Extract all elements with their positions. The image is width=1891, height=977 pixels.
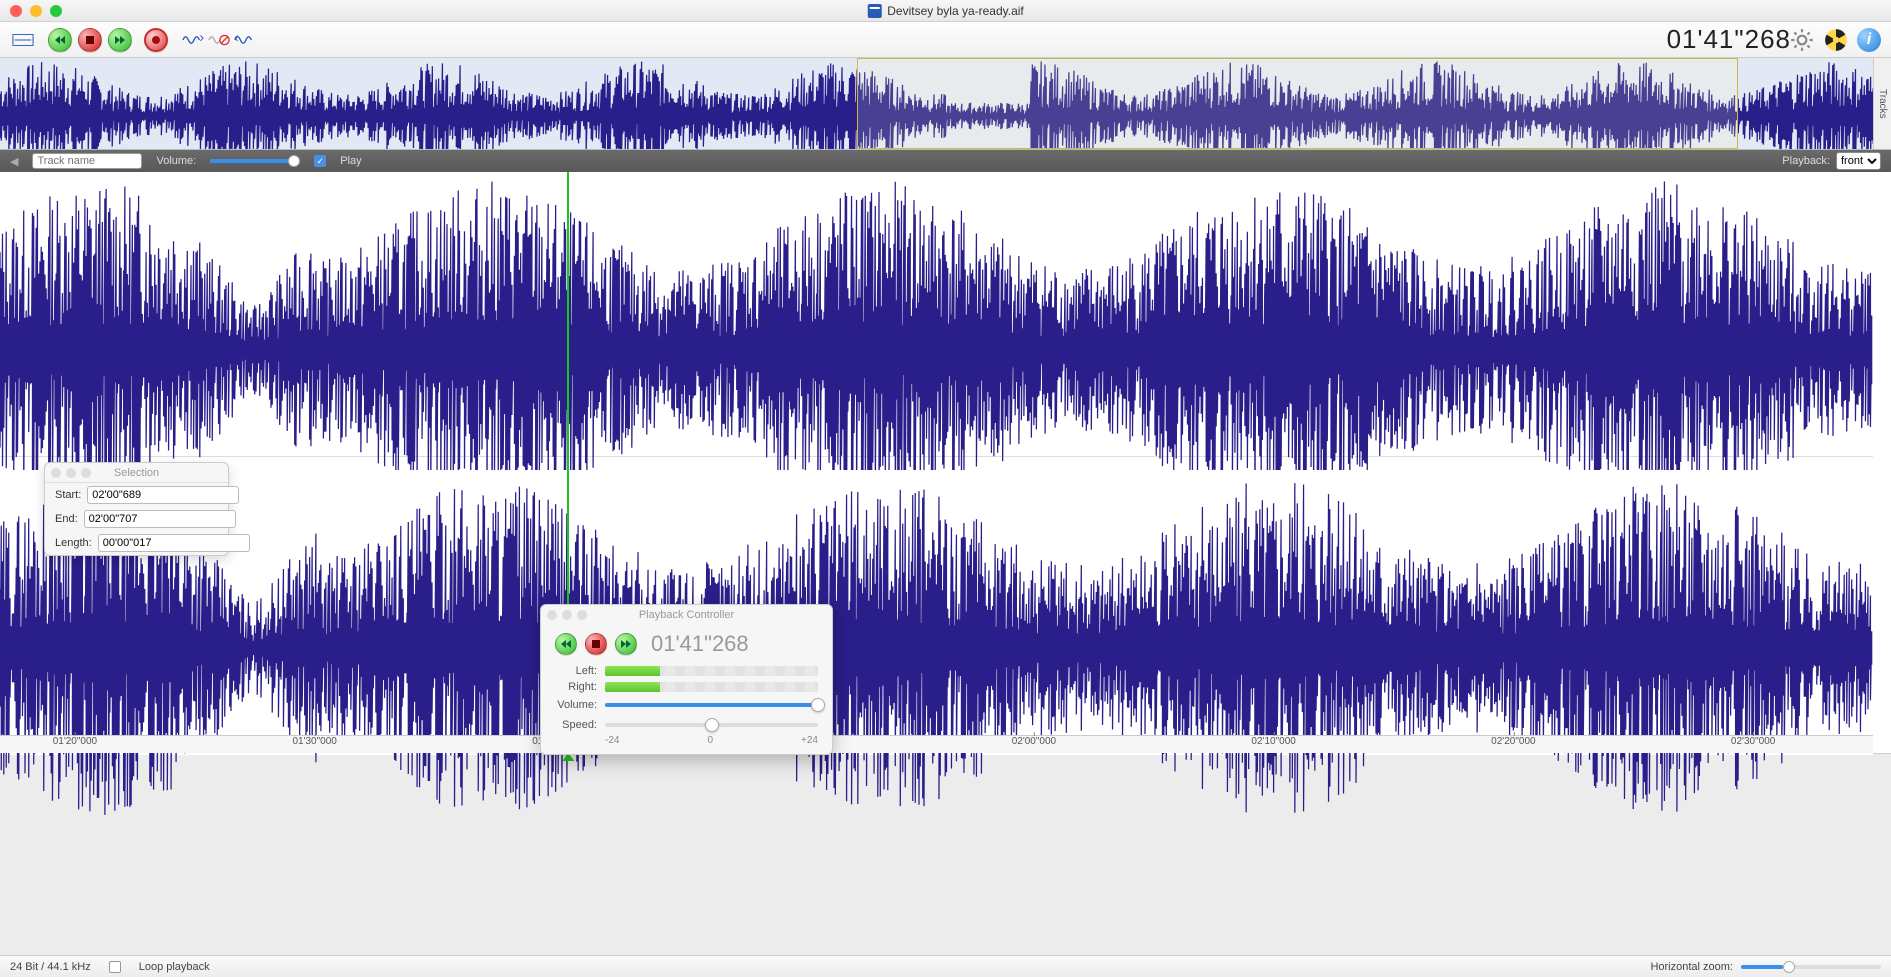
loop-checkbox[interactable]	[109, 961, 121, 973]
pb-volume-label: Volume:	[555, 699, 597, 711]
track-strip: ◀ Volume: ✓ Play Playback: front	[0, 150, 1891, 172]
pb-volume-slider[interactable]	[605, 703, 818, 707]
playback-select[interactable]: front	[1836, 152, 1881, 170]
main-timecode: 01'41"268	[1667, 24, 1791, 55]
close-button[interactable]	[10, 5, 22, 17]
info-icon[interactable]: i	[1857, 28, 1881, 52]
minimize-button[interactable]	[30, 5, 42, 17]
ruler-tick: 02'20"000	[1491, 736, 1535, 747]
gear-icon[interactable]	[1789, 27, 1815, 53]
left-meter	[605, 666, 818, 676]
pb-max-icon[interactable]	[577, 610, 587, 620]
rewind-button[interactable]	[48, 28, 72, 52]
statusbar: 24 Bit / 44.1 kHz Loop playback Horizont…	[0, 955, 1891, 977]
audio-format: 24 Bit / 44.1 kHz	[10, 961, 91, 973]
hzoom-slider[interactable]	[1741, 965, 1881, 969]
hzoom-label: Horizontal zoom:	[1650, 961, 1733, 973]
ruler-tick: 02'00"000	[1012, 736, 1056, 747]
play-checkbox[interactable]: ✓	[314, 155, 326, 167]
panel-max-icon[interactable]	[81, 468, 91, 478]
selection-panel[interactable]: Selection Start: End: Length:	[44, 462, 229, 556]
play-button[interactable]	[108, 28, 132, 52]
end-label: End:	[55, 513, 78, 525]
selection-title: Selection	[114, 467, 159, 479]
track-volume-slider[interactable]	[210, 159, 300, 163]
pb-forward-button[interactable]	[615, 633, 637, 655]
burn-icon[interactable]	[1823, 27, 1849, 53]
scale-mid: 0	[707, 735, 713, 746]
end-field[interactable]	[84, 510, 236, 528]
track-name-input[interactable]	[32, 153, 142, 169]
overview-selection[interactable]	[857, 58, 1738, 149]
waveform-disabled-icon[interactable]	[206, 29, 232, 51]
toolbar: 01'41"268 i	[0, 22, 1891, 58]
left-meter-label: Left:	[555, 665, 597, 677]
window-title: Devitsey byla ya-ready.aif	[867, 4, 1024, 18]
scale-max: +24	[801, 735, 818, 746]
pb-stop-button[interactable]	[585, 633, 607, 655]
pb-rewind-button[interactable]	[555, 633, 577, 655]
stop-button[interactable]	[78, 28, 102, 52]
pb-speed-label: Speed:	[555, 719, 597, 731]
record-button[interactable]	[144, 28, 168, 52]
tracks-tab[interactable]: Tracks	[1873, 58, 1891, 149]
overview-waveform[interactable]: Tracks	[0, 58, 1891, 150]
channel-left[interactable]	[0, 172, 1873, 457]
time-ruler[interactable]: 01'20"00001'30"00001'40"00001'50"00002'0…	[0, 735, 1873, 753]
transport-group	[48, 28, 132, 52]
playback-controller-panel[interactable]: Playback Controller 01'41"268 Left: Righ…	[540, 604, 833, 755]
panel-close-icon[interactable]	[51, 468, 61, 478]
scale-min: -24	[605, 735, 619, 746]
select-all-icon[interactable]	[10, 29, 36, 51]
right-meter	[605, 682, 818, 692]
length-label: Length:	[55, 537, 92, 549]
pb-close-icon[interactable]	[547, 610, 557, 620]
length-field[interactable]	[98, 534, 250, 552]
ruler-tick: 02'10"000	[1251, 736, 1295, 747]
play-label: Play	[340, 155, 361, 167]
ruler-tick: 01'20"000	[53, 736, 97, 747]
pb-min-icon[interactable]	[562, 610, 572, 620]
playback-label: Playback:	[1782, 155, 1830, 167]
right-meter-label: Right:	[555, 681, 597, 693]
start-field[interactable]	[87, 486, 239, 504]
title-text: Devitsey byla ya-ready.aif	[887, 4, 1024, 18]
main-waveform-area[interactable]: 01'20"00001'30"00001'40"00001'50"00002'0…	[0, 172, 1891, 754]
loop-label: Loop playback	[139, 961, 210, 973]
waveform-tool-1-icon[interactable]	[180, 29, 206, 51]
channel-right[interactable]	[0, 470, 1873, 755]
titlebar: Devitsey byla ya-ready.aif	[0, 0, 1891, 22]
ruler-tick: 01'30"000	[292, 736, 336, 747]
panel-min-icon[interactable]	[66, 468, 76, 478]
volume-label: Volume:	[156, 155, 196, 167]
waveform-tool-2-icon[interactable]	[232, 29, 258, 51]
maximize-button[interactable]	[50, 5, 62, 17]
window-controls	[10, 5, 62, 17]
start-label: Start:	[55, 489, 81, 501]
pb-timecode: 01'41"268	[651, 631, 749, 657]
wave-right-svg	[0, 470, 1873, 826]
pb-title: Playback Controller	[639, 609, 734, 621]
document-icon	[867, 4, 881, 18]
pb-speed-slider[interactable]	[605, 723, 818, 727]
ruler-tick: 02'30"000	[1731, 736, 1775, 747]
